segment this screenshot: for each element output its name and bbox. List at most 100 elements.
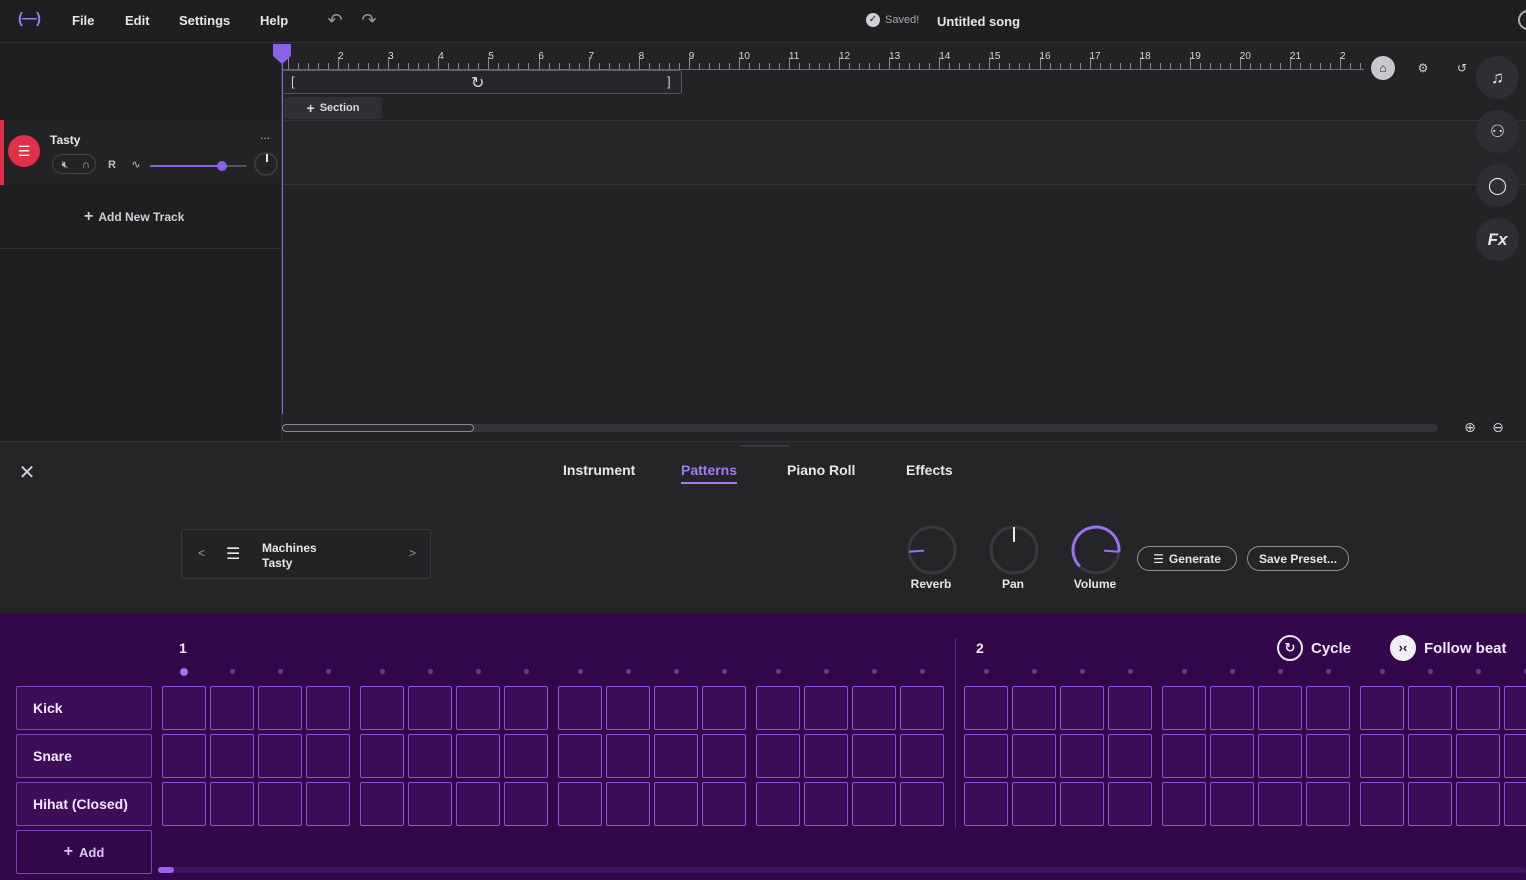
step-cell[interactable]: [1258, 686, 1302, 730]
track-pan-knob[interactable]: [254, 152, 278, 176]
tab-patterns[interactable]: Patterns: [681, 462, 738, 484]
step-cell[interactable]: [504, 734, 548, 778]
music-note-icon[interactable]: ♫: [1476, 56, 1519, 99]
drum-machine-icon[interactable]: ☰: [8, 135, 40, 167]
step-cell[interactable]: [504, 686, 548, 730]
loop-region[interactable]: [ ↻ ]: [282, 70, 682, 94]
step-cell[interactable]: [1210, 782, 1254, 826]
save-preset-button[interactable]: Save Preset...: [1247, 546, 1349, 571]
step-cell[interactable]: [360, 782, 404, 826]
step-cell[interactable]: [1360, 734, 1404, 778]
step-cell[interactable]: [162, 686, 206, 730]
close-icon[interactable]: ✕: [16, 462, 38, 484]
step-cell[interactable]: [606, 734, 650, 778]
scrollbar-thumb[interactable]: [282, 424, 474, 432]
step-cell[interactable]: [1504, 734, 1526, 778]
step-cell[interactable]: [852, 782, 896, 826]
timeline-ruler[interactable]: 2 3 4 5 6 7 8 9 10 11 12 13 14 15 16 17 18 19 20 21 2: [282, 44, 1364, 70]
step-cell[interactable]: [964, 782, 1008, 826]
pan-knob[interactable]: [988, 524, 1040, 576]
step-cell[interactable]: [702, 686, 746, 730]
step-cell[interactable]: [804, 734, 848, 778]
step-cell[interactable]: [1210, 686, 1254, 730]
row-label-kick[interactable]: Kick: [16, 686, 152, 730]
step-cell[interactable]: [1456, 782, 1500, 826]
step-cell[interactable]: [1408, 782, 1452, 826]
step-cell[interactable]: [654, 734, 698, 778]
track-lane[interactable]: [282, 120, 1526, 185]
loop-start-handle[interactable]: [: [291, 74, 295, 89]
step-cell[interactable]: [900, 686, 944, 730]
step-cell[interactable]: [1108, 782, 1152, 826]
track-menu-icon[interactable]: ...: [260, 128, 270, 142]
step-cell[interactable]: [1060, 782, 1104, 826]
loop-end-handle[interactable]: ]: [667, 74, 671, 89]
generate-button[interactable]: ☰ Generate: [1137, 546, 1237, 571]
menu-edit[interactable]: Edit: [125, 13, 150, 28]
add-track-button[interactable]: + Add New Track: [84, 208, 184, 226]
step-cell[interactable]: [360, 734, 404, 778]
step-cell[interactable]: [210, 686, 254, 730]
song-title[interactable]: Untitled song: [937, 14, 1020, 29]
reverb-knob[interactable]: [906, 524, 958, 576]
record-button[interactable]: R: [102, 156, 122, 174]
track-name[interactable]: Tasty: [50, 133, 80, 147]
step-cell[interactable]: [408, 734, 452, 778]
step-cell[interactable]: [558, 734, 602, 778]
preset-selector[interactable]: < ☰ Machines Tasty >: [181, 529, 431, 579]
step-cell[interactable]: [654, 782, 698, 826]
track-volume-slider[interactable]: [150, 161, 246, 171]
step-cell[interactable]: [1504, 782, 1526, 826]
step-cell[interactable]: [1360, 686, 1404, 730]
metronome-icon[interactable]: ⌂: [1371, 56, 1395, 80]
step-cell[interactable]: [306, 734, 350, 778]
undo-icon[interactable]: ↶: [325, 10, 345, 30]
step-cell[interactable]: [900, 734, 944, 778]
step-cell[interactable]: [1504, 686, 1526, 730]
step-cell[interactable]: [606, 782, 650, 826]
automation-icon[interactable]: ∿: [126, 156, 146, 174]
collaborators-icon[interactable]: ⚇: [1476, 110, 1519, 153]
step-cell[interactable]: [306, 686, 350, 730]
step-cell[interactable]: [1306, 686, 1350, 730]
step-cell[interactable]: [258, 686, 302, 730]
volume-handle[interactable]: [217, 161, 227, 171]
step-cell[interactable]: [1456, 686, 1500, 730]
step-cell[interactable]: [1162, 782, 1206, 826]
zoom-in-icon[interactable]: ⊕: [1461, 418, 1479, 436]
step-cell[interactable]: [1108, 734, 1152, 778]
step-cell[interactable]: [756, 782, 800, 826]
step-cell[interactable]: [1108, 686, 1152, 730]
volume-knob[interactable]: [1070, 524, 1122, 576]
step-cell[interactable]: [558, 686, 602, 730]
tab-effects[interactable]: Effects: [906, 462, 953, 482]
sequencer-scrollbar[interactable]: [158, 867, 1526, 873]
zoom-out-icon[interactable]: ⊖: [1489, 418, 1507, 436]
step-cell[interactable]: [408, 782, 452, 826]
redo-icon[interactable]: ↷: [359, 10, 379, 30]
step-cell[interactable]: [210, 734, 254, 778]
follow-beat-toggle[interactable]: ›‹ Follow beat: [1390, 635, 1507, 661]
account-icon[interactable]: [1518, 10, 1526, 30]
step-cell[interactable]: [360, 686, 404, 730]
step-cell[interactable]: [964, 734, 1008, 778]
step-cell[interactable]: [456, 782, 500, 826]
step-cell[interactable]: [210, 782, 254, 826]
step-cell[interactable]: [852, 686, 896, 730]
add-section-button[interactable]: + Section: [284, 97, 382, 119]
step-cell[interactable]: [456, 734, 500, 778]
menu-settings[interactable]: Settings: [179, 13, 230, 28]
step-cell[interactable]: [804, 686, 848, 730]
step-cell[interactable]: [964, 686, 1008, 730]
step-cell[interactable]: [804, 782, 848, 826]
step-cell[interactable]: [1060, 734, 1104, 778]
step-cell[interactable]: [756, 734, 800, 778]
step-cell[interactable]: [1060, 686, 1104, 730]
cycle-toggle[interactable]: ↻ Cycle: [1277, 635, 1351, 661]
step-cell[interactable]: [504, 782, 548, 826]
step-cell[interactable]: [1162, 686, 1206, 730]
step-cell[interactable]: [162, 734, 206, 778]
menu-file[interactable]: File: [72, 13, 94, 28]
menu-help[interactable]: Help: [260, 13, 288, 28]
track-header[interactable]: ☰ Tasty ... 🔇︎ ∩ R ∿: [0, 120, 281, 185]
